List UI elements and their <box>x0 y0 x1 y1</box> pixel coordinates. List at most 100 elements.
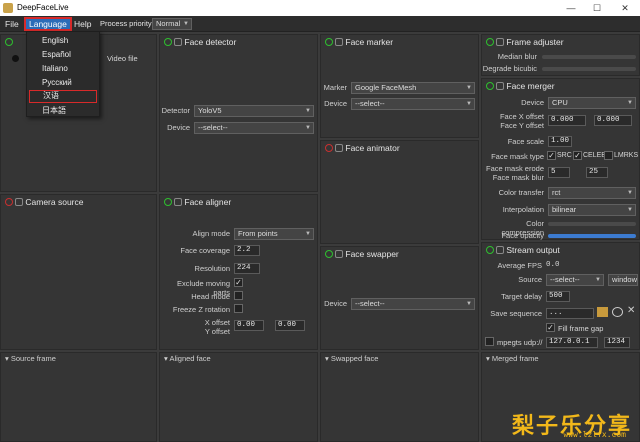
menu-language[interactable]: Language <box>24 17 72 31</box>
gear-icon[interactable] <box>496 246 504 254</box>
y-offset-label: Y offset <box>204 327 230 336</box>
target-delay-input[interactable]: 500 <box>546 291 570 302</box>
power-icon[interactable] <box>486 82 494 90</box>
language-option-spanish[interactable]: Español <box>29 48 97 61</box>
maximize-button[interactable]: ☐ <box>586 2 608 14</box>
y-offset-input[interactable]: 0.00 <box>275 320 305 331</box>
menu-file[interactable]: File <box>2 18 22 30</box>
title-bar: DeepFaceLive — ☐ ✕ <box>0 0 640 16</box>
median-blur-slider[interactable] <box>542 55 636 59</box>
close-button[interactable]: ✕ <box>614 2 636 14</box>
mask-celeb-label: CELEB <box>583 152 606 159</box>
power-icon[interactable] <box>5 38 13 46</box>
minimize-button[interactable]: — <box>560 2 582 14</box>
chevron-down-icon[interactable]: ▾ <box>5 354 9 363</box>
fill-frame-gap-checkbox[interactable]: ✓ <box>546 323 555 332</box>
mask-erode-input[interactable]: 5 <box>548 167 570 178</box>
power-icon[interactable] <box>164 198 172 206</box>
swapped-face-title: Swapped face <box>330 354 379 363</box>
aligned-face-title: Aligned face <box>169 354 211 363</box>
gear-icon[interactable] <box>496 38 504 46</box>
align-mode-label: Align mode <box>192 229 230 238</box>
x-offset-input[interactable]: 0.00 <box>234 320 264 331</box>
window-button[interactable]: window <box>608 274 638 286</box>
save-sequence-input[interactable]: ... <box>546 308 594 319</box>
gear-icon[interactable] <box>335 38 343 46</box>
face-coverage-label: Face coverage <box>180 246 230 255</box>
eye-icon[interactable] <box>612 307 623 317</box>
power-icon[interactable] <box>164 38 172 46</box>
language-option-english[interactable]: English <box>29 34 97 47</box>
gear-icon[interactable] <box>335 250 343 258</box>
menu-help[interactable]: Help <box>71 18 94 30</box>
chevron-down-icon[interactable]: ▾ <box>486 354 490 363</box>
power-icon[interactable] <box>325 250 333 258</box>
resolution-input[interactable]: 224 <box>234 263 260 274</box>
align-mode-select[interactable]: From points ▼ <box>234 228 314 240</box>
chevron-down-icon: ▼ <box>627 100 633 106</box>
color-compression-slider[interactable] <box>548 222 636 226</box>
chevron-down-icon[interactable]: ▾ <box>325 354 329 363</box>
close-icon[interactable]: ✕ <box>627 305 635 316</box>
marker-select[interactable]: Google FaceMesh ▼ <box>351 82 475 94</box>
face-merger-title: Face merger <box>506 81 555 91</box>
face-coverage-input[interactable]: 2.2 <box>234 245 260 256</box>
face-opacity-slider[interactable] <box>548 234 636 238</box>
mask-blur-input[interactable]: 25 <box>586 167 608 178</box>
gear-icon[interactable] <box>174 38 182 46</box>
source-select[interactable]: --select-- ▼ <box>546 274 604 286</box>
device-select[interactable]: --select-- ▼ <box>351 98 475 110</box>
mpegts-checkbox[interactable] <box>485 337 494 346</box>
marker-label: Marker <box>323 83 347 92</box>
language-option-japanese[interactable]: 日本語 <box>29 104 97 117</box>
chevron-down-icon[interactable]: ▾ <box>164 354 168 363</box>
device-select[interactable]: --select-- ▼ <box>351 298 475 310</box>
language-option-russian[interactable]: Русский <box>29 76 97 89</box>
language-option-italian[interactable]: Italiano <box>29 62 97 75</box>
language-option-chinese[interactable]: 汉语 <box>29 90 97 103</box>
power-icon[interactable] <box>325 38 333 46</box>
gear-icon[interactable] <box>15 198 23 206</box>
radio-icon[interactable] <box>12 55 19 62</box>
color-transfer-select[interactable]: rct ▼ <box>548 187 636 199</box>
exclude-moving-checkbox[interactable]: ✓ <box>234 278 243 287</box>
chevron-down-icon: ▼ <box>305 125 311 131</box>
face-scale-input[interactable]: 1.00 <box>548 136 572 147</box>
udp-port-input[interactable]: 1234 <box>604 337 630 348</box>
interpolation-select[interactable]: bilinear ▼ <box>548 204 636 216</box>
face-x-offset-input[interactable]: 0.000 <box>548 115 586 126</box>
mask-lmrks-checkbox[interactable] <box>604 151 613 160</box>
power-icon[interactable] <box>5 198 13 206</box>
udp-ip-input[interactable]: 127.0.0.1 <box>546 337 598 348</box>
head-mode-checkbox[interactable] <box>234 291 243 300</box>
camera-source-header: Camera source <box>1 195 156 209</box>
mask-celeb-checkbox[interactable]: ✓ <box>573 151 582 160</box>
freeze-z-label: Freeze Z rotation <box>172 305 230 314</box>
camera-source-title: Camera source <box>25 197 84 207</box>
gear-icon[interactable] <box>174 198 182 206</box>
process-priority-select[interactable]: Normal ▼ <box>152 18 192 30</box>
face-y-offset-input[interactable]: 0.000 <box>594 115 632 126</box>
power-icon[interactable] <box>486 246 494 254</box>
gear-icon[interactable] <box>335 144 343 152</box>
chevron-down-icon: ▼ <box>627 190 633 196</box>
power-icon[interactable] <box>325 144 333 152</box>
device-label: Device <box>324 99 347 108</box>
face-marker-panel: Face marker Marker Google FaceMesh ▼ Devi… <box>320 34 479 138</box>
device-select[interactable]: --select-- ▼ <box>194 122 314 134</box>
face-animator-panel: Face animator <box>320 140 479 244</box>
source-frame-header: ▾ Source frame <box>1 353 156 365</box>
gear-icon[interactable] <box>496 82 504 90</box>
freeze-z-checkbox[interactable] <box>234 304 243 313</box>
mask-src-checkbox[interactable]: ✓ <box>547 151 556 160</box>
chevron-down-icon: ▼ <box>183 21 189 27</box>
folder-icon[interactable] <box>597 307 608 317</box>
power-icon[interactable] <box>486 38 494 46</box>
marker-value: Google FaceMesh <box>355 83 417 92</box>
degrade-bicubic-slider[interactable] <box>542 67 636 71</box>
face-detector-title: Face detector <box>184 37 237 47</box>
device-select[interactable]: CPU ▼ <box>548 97 636 109</box>
process-priority-label: Process priority <box>100 19 152 28</box>
detector-select[interactable]: YoloV5 ▼ <box>194 105 314 117</box>
video-file-option[interactable]: Video file <box>107 54 138 63</box>
